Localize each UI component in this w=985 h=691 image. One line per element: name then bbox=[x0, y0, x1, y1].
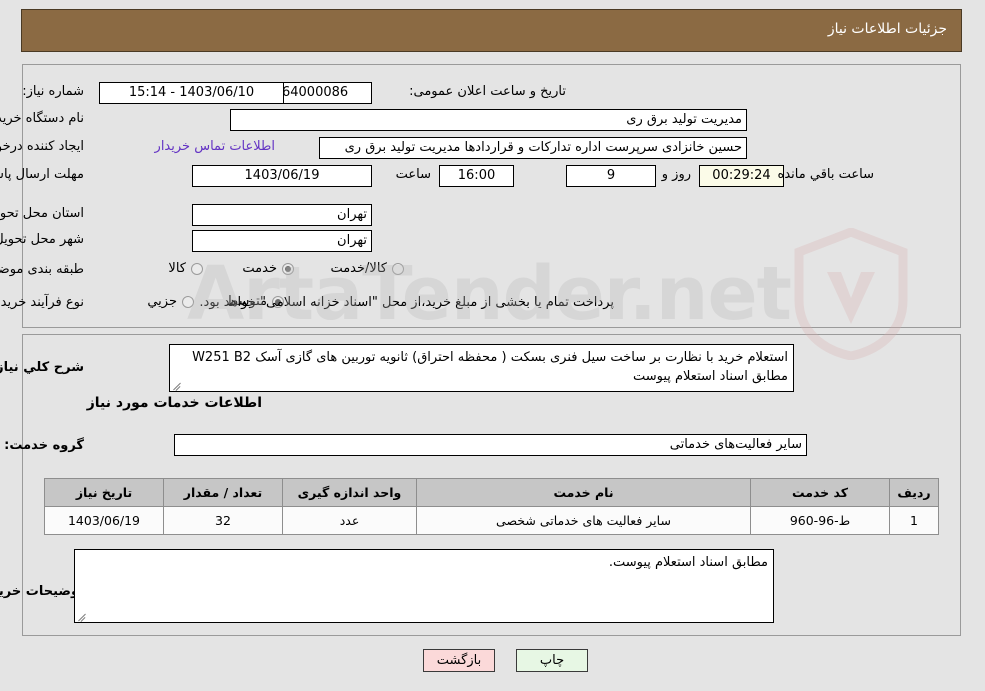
table-row[interactable]: 1 ط-96-960 سایر فعالیت های خدماتی شخصی ع… bbox=[45, 506, 940, 535]
radio-process-minor[interactable]: جزیي bbox=[148, 294, 195, 309]
service-group-value: سایر فعالیت‌های خدماتی bbox=[175, 434, 808, 456]
summary-label: شرح کلي نیاز: bbox=[0, 360, 85, 375]
remaining-days-suffix: روز و bbox=[662, 167, 692, 182]
summary-textarea[interactable]: استعلام خرید با نظارت بر ساخت سیل فنری ب… bbox=[170, 344, 795, 392]
city-label: شهر محل تحویل: bbox=[0, 232, 85, 247]
deadline-hour-label: ساعت bbox=[396, 167, 432, 182]
col-row: ردیف bbox=[890, 478, 940, 507]
radio-label: کالا bbox=[169, 261, 187, 276]
services-table: ردیف کد خدمت نام خدمت واحد اندازه گیری ت… bbox=[45, 478, 940, 535]
col-quantity: تعداد / مقدار bbox=[164, 478, 284, 507]
deadline-hour-value: 16:00 bbox=[440, 165, 515, 187]
radio-label: کالا/خدمت bbox=[331, 261, 388, 276]
buyer-org-value: مدیریت تولید برق ری bbox=[231, 109, 748, 131]
col-code: کد خدمت bbox=[751, 478, 891, 507]
radio-indicator bbox=[393, 262, 405, 275]
services-heading: اطلاعات خدمات مورد نیاز bbox=[87, 395, 263, 411]
buyer-notes-label: توضیحات خریدار: bbox=[0, 584, 85, 599]
deadline-label: مهلت ارسال پاسخ: تا تاریخ: bbox=[0, 167, 85, 182]
col-unit: واحد اندازه گیری bbox=[283, 478, 418, 507]
table-header-row: ردیف کد خدمت نام خدمت واحد اندازه گیری ت… bbox=[45, 478, 940, 507]
process-type-label: نوع فرآیند خرید : bbox=[0, 295, 85, 310]
print-button[interactable]: چاپ bbox=[517, 649, 589, 672]
service-group-label: گروه خدمت: bbox=[5, 438, 85, 453]
col-date: تاریخ نیاز bbox=[45, 478, 165, 507]
radio-label: جزیي bbox=[148, 294, 178, 309]
radio-label: خدمت bbox=[243, 261, 278, 276]
cell-row: 1 bbox=[890, 506, 940, 535]
summary-line-1: استعلام خرید با نظارت بر ساخت سیل فنری ب… bbox=[193, 350, 789, 365]
buyer-org-label: نام دستگاه خریدار: bbox=[0, 111, 85, 126]
cell-name: سایر فعالیت های خدماتی شخصی bbox=[417, 506, 752, 535]
cell-unit: عدد bbox=[283, 506, 418, 535]
requester-label: ایجاد کننده درخواست: bbox=[0, 139, 85, 154]
back-button[interactable]: بازگشت bbox=[424, 649, 496, 672]
requester-value: حسین خانزادی سرپرست اداره تدارکات و قرار… bbox=[320, 137, 748, 159]
province-value: تهران bbox=[193, 204, 373, 226]
need-number-label: شماره نیاز: bbox=[23, 84, 85, 99]
category-label: طبقه بندی موضوعی: bbox=[0, 262, 85, 277]
col-name: نام خدمت bbox=[417, 478, 752, 507]
page-header-bar: جزئیات اطلاعات نیاز bbox=[22, 9, 963, 52]
province-label: استان محل تحویل: bbox=[0, 206, 85, 221]
radio-category-service[interactable]: خدمت bbox=[243, 261, 295, 276]
resize-grip-icon[interactable] bbox=[78, 611, 88, 621]
summary-line-2: مطابق اسناد استعلام پیوست bbox=[633, 369, 789, 384]
remaining-days-value: 9 bbox=[567, 165, 657, 187]
countdown-timer-value: 00:29:24 bbox=[700, 165, 785, 187]
buyer-contact-link[interactable]: اطلاعات تماس خریدار bbox=[156, 139, 276, 154]
buyer-notes-textarea[interactable]: مطابق اسناد استعلام پیوست. bbox=[75, 549, 775, 623]
city-value: تهران bbox=[193, 230, 373, 252]
payment-note: پرداخت تمام یا بخشی از مبلغ خرید،از محل … bbox=[200, 295, 615, 310]
cell-code: ط-96-960 bbox=[751, 506, 891, 535]
buyer-notes-value: مطابق اسناد استعلام پیوست. bbox=[609, 555, 769, 570]
cell-date: 1403/06/19 bbox=[45, 506, 165, 535]
radio-indicator bbox=[183, 295, 195, 308]
announce-datetime-label: تاریخ و ساعت اعلان عمومی: bbox=[410, 84, 567, 99]
deadline-date-value: 1403/06/19 bbox=[193, 165, 373, 187]
radio-category-goods-service[interactable]: کالا/خدمت bbox=[331, 261, 405, 276]
announce-datetime-value: 1403/06/10 - 15:14 bbox=[100, 82, 285, 104]
page-title: جزئیات اطلاعات نیاز bbox=[828, 21, 948, 37]
radio-indicator bbox=[192, 262, 204, 275]
radio-category-goods[interactable]: کالا bbox=[169, 261, 204, 276]
cell-quantity: 32 bbox=[164, 506, 284, 535]
radio-indicator bbox=[283, 262, 295, 275]
countdown-timer-suffix: ساعت باقي مانده bbox=[778, 167, 875, 182]
